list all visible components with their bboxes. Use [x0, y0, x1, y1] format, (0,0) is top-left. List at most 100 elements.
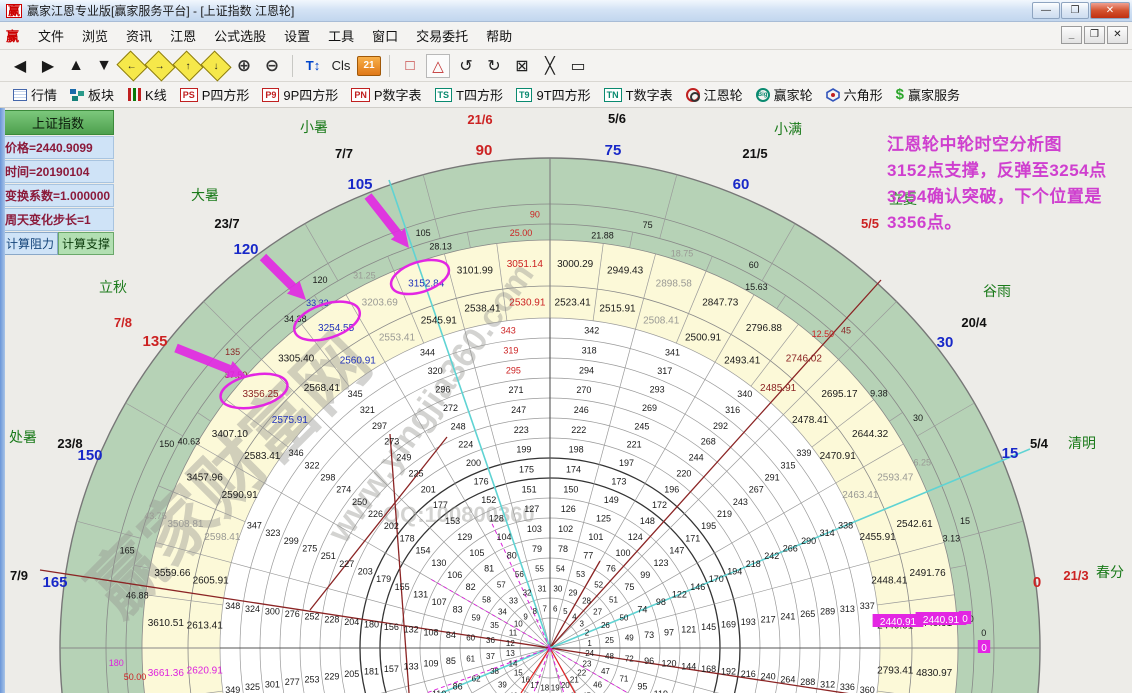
child-restore-button[interactable]: ❐ [1084, 26, 1105, 44]
wheel-label: 204 [344, 617, 359, 627]
window-left-border [0, 108, 5, 693]
9p-square-button[interactable]: P99P四方形 [257, 83, 343, 106]
menu-item-窗口[interactable]: 窗口 [363, 25, 407, 48]
prev-button[interactable]: ◀ [8, 54, 32, 78]
triangle-tool-button[interactable]: △ [426, 54, 450, 78]
wheel-label: 4 [572, 612, 577, 621]
shift-left-button[interactable]: ← [116, 50, 147, 81]
menu-item-交易委托[interactable]: 交易委托 [407, 25, 477, 48]
menu-item-帮助[interactable]: 帮助 [477, 25, 521, 48]
wheel-label: 18.75 [671, 248, 694, 258]
wheel-label: 4830.97 [916, 668, 953, 679]
menu-item-工具[interactable]: 工具 [319, 25, 363, 48]
wheel-label: 312 [820, 680, 835, 690]
p-square-button[interactable]: PSP四方形 [175, 83, 255, 106]
wheel-label: 339 [796, 448, 811, 458]
9t-square-button[interactable]: T99T四方形 [511, 83, 596, 106]
9t-square-button-label: 9T四方形 [536, 85, 590, 104]
9t-square-button-icon: T9 [516, 88, 533, 102]
down-button[interactable]: ▼ [92, 54, 116, 78]
wheel-label: 318 [582, 346, 597, 356]
next-button[interactable]: ▶ [36, 54, 60, 78]
wheel-label: 172 [652, 500, 667, 510]
grid-icon [13, 89, 27, 101]
rotate-ccw-button[interactable]: ↺ [454, 54, 478, 78]
child-minimize-button[interactable]: _ [1061, 26, 1082, 44]
outside-degree-label: 75 [605, 142, 622, 159]
square-tool-button[interactable]: □ [398, 54, 422, 78]
wheel-label: 3305.40 [278, 354, 315, 365]
p-table-button[interactable]: PNP数字表 [346, 83, 426, 106]
wheel-label: 50.00 [124, 672, 147, 682]
kline-button[interactable]: K线 [122, 83, 172, 106]
menu-item-公式选股[interactable]: 公式选股 [205, 25, 275, 48]
wheel-label: 2644.32 [852, 429, 889, 440]
calc-support-button[interactable]: 计算支撑 [58, 232, 114, 255]
wheel-label: 224 [458, 440, 473, 450]
winner-wheel-button-label: 赢家轮 [774, 85, 813, 104]
solar-term-label: 小暑 [300, 119, 328, 135]
time-axis-button[interactable]: T↕ [301, 54, 325, 78]
wheel-label: 194 [727, 566, 742, 576]
wheel-label: 2605.91 [193, 575, 230, 586]
minimize-button[interactable]: — [1032, 2, 1060, 19]
wheel-label: 15 [960, 516, 970, 526]
wheel-label: 267 [749, 485, 764, 495]
delete-box-button[interactable]: ⊠ [510, 54, 534, 78]
wheel-label: 336 [840, 682, 855, 692]
cls-button[interactable]: Cls [329, 54, 353, 78]
zoom-in-button[interactable]: ⊕ [232, 54, 256, 78]
rotate-cw-button[interactable]: ↻ [482, 54, 506, 78]
wheel-label: 153 [445, 516, 460, 526]
sectors-button[interactable]: 板块 [65, 83, 119, 106]
restore-button[interactable]: ❐ [1061, 2, 1089, 19]
wheel-label: 22 [577, 668, 586, 677]
quotes-button[interactable]: 行情 [8, 83, 62, 106]
wheel-label: 19 [551, 684, 560, 693]
wheel-label: 78 [558, 544, 568, 554]
wheel-label: 39 [498, 681, 507, 690]
annotation-line: 江恩轮中轮时空分析图 [887, 132, 1107, 158]
close-button[interactable]: ✕ [1090, 2, 1130, 19]
wheel-label: 30 [913, 413, 923, 423]
t-table-button[interactable]: TNT数字表 [599, 83, 678, 106]
wheel-label: 2 [585, 629, 590, 638]
wheel-label: 264 [780, 674, 795, 684]
menu-item-设置[interactable]: 设置 [275, 25, 319, 48]
hexagon-button[interactable]: 六角形 [821, 83, 888, 106]
menu-item-浏览[interactable]: 浏览 [73, 25, 117, 48]
winner-service-button[interactable]: $赢家服务 [891, 83, 965, 106]
outside-degree-label: 60 [733, 176, 750, 193]
zoom-out-button[interactable]: ⊖ [260, 54, 284, 78]
wheel-label: 123 [654, 558, 669, 568]
calc-resistance-button[interactable]: 计算阻力 [2, 232, 58, 255]
t-table-button-icon: TN [604, 88, 622, 102]
gann-wheel-button[interactable]: 江恩轮 [681, 83, 748, 106]
shift-right-button[interactable]: → [144, 50, 175, 81]
wheel-label: 6 [553, 604, 558, 613]
menu-item-文件[interactable]: 文件 [29, 25, 73, 48]
wheel-label: 133 [404, 661, 419, 671]
wheel-label: 150 [159, 439, 174, 449]
wheel-label: 76 [606, 564, 616, 574]
wheel-label: 2898.58 [656, 278, 693, 289]
winner-wheel-button[interactable]: Big赢家轮 [751, 83, 818, 106]
child-close-button[interactable]: ✕ [1107, 26, 1128, 44]
wheel-label: 95 [637, 681, 647, 691]
t-square-button[interactable]: TST四方形 [430, 83, 508, 106]
menu-item-江恩[interactable]: 江恩 [161, 25, 205, 48]
up-button[interactable]: ▲ [64, 54, 88, 78]
screen-button[interactable]: ▭ [566, 54, 590, 78]
shift-up-button[interactable]: ↑ [172, 50, 203, 81]
center-button[interactable]: ╳ [538, 54, 562, 78]
wheel-label: 86 [453, 681, 463, 691]
wheel-label: 170 [709, 574, 724, 584]
menu-item-资讯[interactable]: 资讯 [117, 25, 161, 48]
calendar-button[interactable]: 21 [357, 56, 381, 76]
wheel-label: 2598.41 [204, 532, 241, 543]
wheel-label: 59 [472, 613, 481, 622]
wheel-label: 346 [289, 448, 304, 458]
p-square-button-label: P四方形 [202, 85, 250, 104]
wheel-label: 338 [838, 521, 853, 531]
shift-down-button[interactable]: ↓ [200, 50, 231, 81]
